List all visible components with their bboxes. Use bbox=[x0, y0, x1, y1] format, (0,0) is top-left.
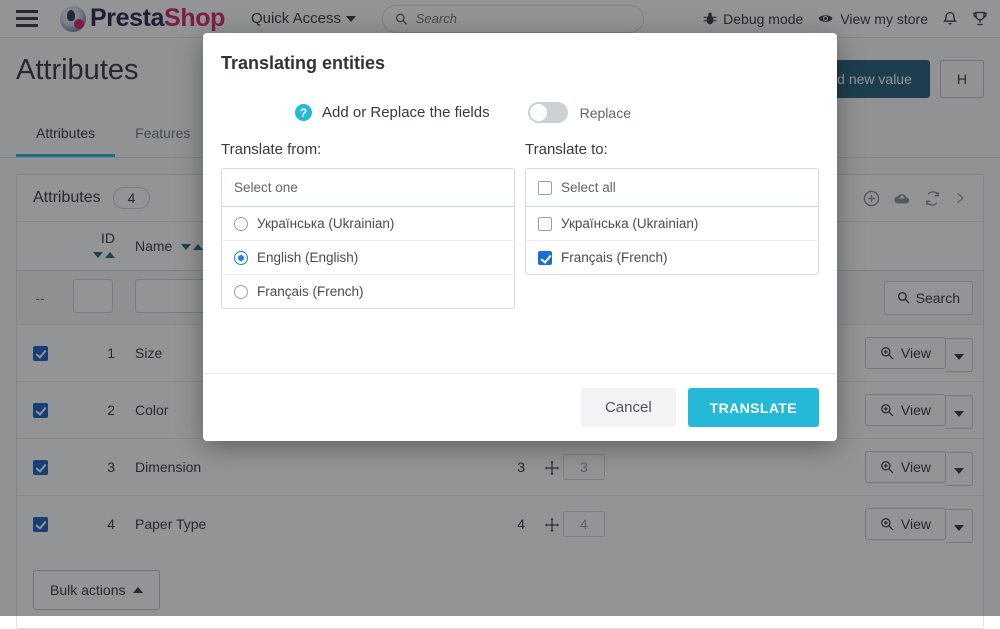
translate-from-option-english[interactable]: English (English) bbox=[222, 240, 514, 274]
radio-ukrainian[interactable] bbox=[234, 217, 248, 231]
cancel-button[interactable]: Cancel bbox=[581, 388, 676, 427]
translate-from-column: Translate from: Select one Українська (U… bbox=[221, 141, 515, 309]
modal-header: Translating entities bbox=[203, 33, 837, 78]
translate-to-option-french[interactable]: Français (French) bbox=[526, 240, 818, 274]
radio-french[interactable] bbox=[234, 285, 248, 299]
translate-from-label: Translate from: bbox=[221, 141, 515, 158]
translate-from-head: Select one bbox=[222, 169, 514, 207]
translate-from-option-french[interactable]: Français (French) bbox=[222, 274, 514, 308]
translating-entities-modal: Translating entities ? Add or Replace th… bbox=[203, 33, 837, 441]
checkbox-french[interactable] bbox=[538, 251, 552, 265]
translate-to-listbox: Select all Українська (Ukrainian) França… bbox=[525, 168, 819, 275]
add-or-replace-label: Add or Replace the fields bbox=[322, 104, 490, 121]
radio-english[interactable] bbox=[234, 251, 248, 265]
select-one-label: Select one bbox=[234, 180, 298, 195]
translate-from-option-ukrainian[interactable]: Українська (Ukrainian) bbox=[222, 207, 514, 240]
translate-from-listbox: Select one Українська (Ukrainian) Englis… bbox=[221, 168, 515, 309]
language-columns: Translate from: Select one Українська (U… bbox=[221, 141, 819, 309]
translate-to-head[interactable]: Select all bbox=[526, 169, 818, 207]
translate-to-column: Translate to: Select all Українська (Ukr… bbox=[525, 141, 819, 309]
modal-body: ? Add or Replace the fields Replace Tran… bbox=[203, 78, 837, 373]
modal-title: Translating entities bbox=[221, 53, 819, 74]
help-question-icon[interactable]: ? bbox=[295, 104, 312, 121]
translate-to-label: Translate to: bbox=[525, 141, 819, 158]
translate-to-option-ukrainian[interactable]: Українська (Ukrainian) bbox=[526, 207, 818, 240]
modal-footer: Cancel TRANSLATE bbox=[203, 373, 837, 441]
select-all-label: Select all bbox=[561, 180, 616, 195]
add-or-replace-row: ? Add or Replace the fields Replace bbox=[221, 102, 819, 123]
replace-toggle[interactable] bbox=[528, 102, 568, 123]
translate-button[interactable]: TRANSLATE bbox=[688, 388, 819, 427]
checkbox-ukrainian[interactable] bbox=[538, 217, 552, 231]
replace-label: Replace bbox=[580, 105, 631, 121]
checkbox-select-all[interactable] bbox=[538, 181, 552, 195]
